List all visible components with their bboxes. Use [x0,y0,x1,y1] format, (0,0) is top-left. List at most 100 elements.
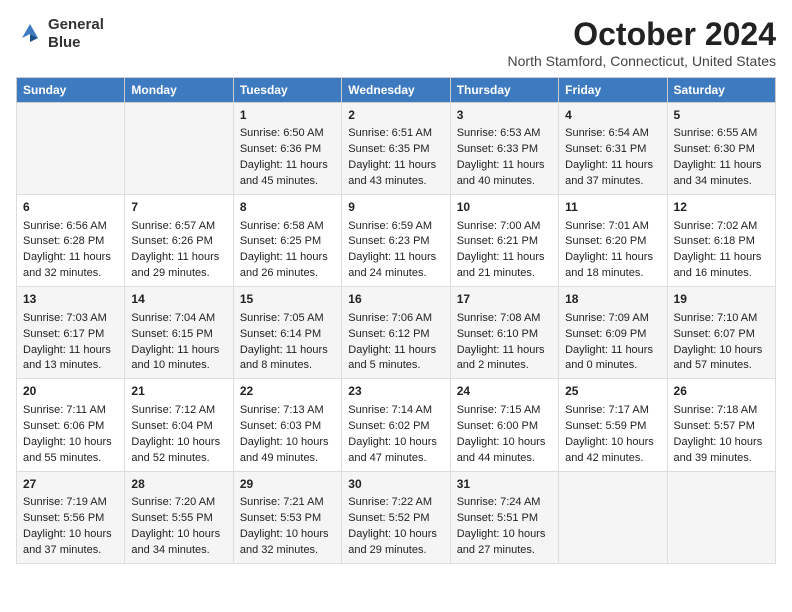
day-number: 20 [23,383,118,400]
day-info: Sunrise: 6:50 AMSunset: 6:36 PMDaylight:… [240,127,328,187]
day-number: 1 [240,107,335,124]
day-info: Sunrise: 7:22 AMSunset: 5:52 PMDaylight:… [348,496,437,556]
day-number: 28 [131,476,226,493]
day-info: Sunrise: 7:15 AMSunset: 6:00 PMDaylight:… [457,404,546,464]
calendar-week-1: 1 Sunrise: 6:50 AMSunset: 6:36 PMDaylight… [17,103,776,195]
calendar-cell: 10Sunrise: 7:00 AMSunset: 6:21 PMDayligh… [450,195,558,287]
day-number: 8 [240,199,335,216]
calendar-cell: 3Sunrise: 6:53 AMSunset: 6:33 PMDaylight… [450,103,558,195]
day-info: Sunrise: 7:04 AMSunset: 6:15 PMDaylight:… [131,312,219,372]
day-number: 29 [240,476,335,493]
day-number: 18 [565,291,660,308]
day-header-saturday: Saturday [667,78,775,103]
day-number: 16 [348,291,443,308]
day-info: Sunrise: 6:57 AMSunset: 6:26 PMDaylight:… [131,220,219,280]
calendar-cell: 14 Sunrise: 7:04 AMSunset: 6:15 PMDayligh… [125,287,233,379]
page-header: General Blue October 2024 North Stamford… [16,16,776,69]
day-number: 13 [23,291,118,308]
calendar-cell: 26 Sunrise: 7:18 AMSunset: 5:57 PMDayligh… [667,379,775,471]
day-info: Sunrise: 6:55 AMSunset: 6:30 PMDaylight:… [674,127,762,187]
day-header-wednesday: Wednesday [342,78,450,103]
day-number: 24 [457,383,552,400]
day-info: Sunrise: 7:03 AMSunset: 6:17 PMDaylight:… [23,312,111,372]
day-number: 22 [240,383,335,400]
day-info: Sunrise: 6:53 AMSunset: 6:33 PMDaylight:… [457,127,545,187]
calendar-cell: 29 Sunrise: 7:21 AMSunset: 5:53 PMDayligh… [233,471,341,563]
day-info: Sunrise: 6:54 AMSunset: 6:31 PMDaylight:… [565,127,653,187]
calendar-cell: 16Sunrise: 7:06 AMSunset: 6:12 PMDayligh… [342,287,450,379]
day-number: 31 [457,476,552,493]
logo: General Blue [16,16,104,52]
calendar-cell: 6 Sunrise: 6:56 AMSunset: 6:28 PMDaylight… [17,195,125,287]
day-number: 15 [240,291,335,308]
calendar-cell: 15 Sunrise: 7:05 AMSunset: 6:14 PMDayligh… [233,287,341,379]
calendar-cell [17,103,125,195]
calendar-cell [125,103,233,195]
day-info: Sunrise: 7:20 AMSunset: 5:55 PMDaylight:… [131,496,220,556]
day-info: Sunrise: 7:24 AMSunset: 5:51 PMDaylight:… [457,496,546,556]
logo-icon [16,20,44,48]
day-header-monday: Monday [125,78,233,103]
day-number: 17 [457,291,552,308]
calendar-cell: 22Sunrise: 7:13 AMSunset: 6:03 PMDayligh… [233,379,341,471]
day-info: Sunrise: 7:08 AMSunset: 6:10 PMDaylight:… [457,312,545,372]
calendar-cell: 19 Sunrise: 7:10 AMSunset: 6:07 PMDayligh… [667,287,775,379]
day-info: Sunrise: 7:10 AMSunset: 6:07 PMDaylight:… [674,312,763,372]
day-number: 5 [674,107,769,124]
calendar-cell: 31 Sunrise: 7:24 AMSunset: 5:51 PMDayligh… [450,471,558,563]
logo-text: General Blue [48,16,104,52]
day-info: Sunrise: 7:17 AMSunset: 5:59 PMDaylight:… [565,404,654,464]
calendar-cell: 25Sunrise: 7:17 AMSunset: 5:59 PMDayligh… [559,379,667,471]
calendar-cell: 1 Sunrise: 6:50 AMSunset: 6:36 PMDaylight… [233,103,341,195]
calendar-cell: 4Sunrise: 6:54 AMSunset: 6:31 PMDaylight… [559,103,667,195]
day-number: 14 [131,291,226,308]
day-number: 10 [457,199,552,216]
day-info: Sunrise: 7:01 AMSunset: 6:20 PMDaylight:… [565,220,653,280]
title-block: October 2024 North Stamford, Connecticut… [508,16,776,69]
calendar-cell [559,471,667,563]
day-info: Sunrise: 7:05 AMSunset: 6:14 PMDaylight:… [240,312,328,372]
day-info: Sunrise: 6:58 AMSunset: 6:25 PMDaylight:… [240,220,328,280]
calendar-cell: 27 Sunrise: 7:19 AMSunset: 5:56 PMDayligh… [17,471,125,563]
day-info: Sunrise: 7:12 AMSunset: 6:04 PMDaylight:… [131,404,220,464]
calendar-week-3: 13 Sunrise: 7:03 AMSunset: 6:17 PMDayligh… [17,287,776,379]
day-info: Sunrise: 7:11 AMSunset: 6:06 PMDaylight:… [23,404,112,464]
day-number: 6 [23,199,118,216]
day-number: 9 [348,199,443,216]
calendar-cell: 24 Sunrise: 7:15 AMSunset: 6:00 PMDayligh… [450,379,558,471]
calendar-cell: 20 Sunrise: 7:11 AMSunset: 6:06 PMDayligh… [17,379,125,471]
calendar-cell: 23 Sunrise: 7:14 AMSunset: 6:02 PMDayligh… [342,379,450,471]
day-info: Sunrise: 7:21 AMSunset: 5:53 PMDaylight:… [240,496,329,556]
day-info: Sunrise: 6:51 AMSunset: 6:35 PMDaylight:… [348,127,436,187]
day-info: Sunrise: 7:14 AMSunset: 6:02 PMDaylight:… [348,404,437,464]
calendar-week-2: 6 Sunrise: 6:56 AMSunset: 6:28 PMDaylight… [17,195,776,287]
calendar-cell: 30 Sunrise: 7:22 AMSunset: 5:52 PMDayligh… [342,471,450,563]
day-info: Sunrise: 6:56 AMSunset: 6:28 PMDaylight:… [23,220,111,280]
calendar-cell: 17 Sunrise: 7:08 AMSunset: 6:10 PMDayligh… [450,287,558,379]
day-header-tuesday: Tuesday [233,78,341,103]
calendar-week-4: 20 Sunrise: 7:11 AMSunset: 6:06 PMDayligh… [17,379,776,471]
day-number: 23 [348,383,443,400]
day-header-friday: Friday [559,78,667,103]
day-number: 27 [23,476,118,493]
calendar-cell: 11Sunrise: 7:01 AMSunset: 6:20 PMDayligh… [559,195,667,287]
day-number: 26 [674,383,769,400]
calendar-cell: 2 Sunrise: 6:51 AMSunset: 6:35 PMDaylight… [342,103,450,195]
calendar-cell: 13 Sunrise: 7:03 AMSunset: 6:17 PMDayligh… [17,287,125,379]
day-number: 21 [131,383,226,400]
day-number: 30 [348,476,443,493]
month-title: October 2024 [508,16,776,53]
day-info: Sunrise: 7:02 AMSunset: 6:18 PMDaylight:… [674,220,762,280]
day-info: Sunrise: 7:18 AMSunset: 5:57 PMDaylight:… [674,404,763,464]
day-number: 2 [348,107,443,124]
day-header-thursday: Thursday [450,78,558,103]
calendar-cell: 28 Sunrise: 7:20 AMSunset: 5:55 PMDayligh… [125,471,233,563]
day-info: Sunrise: 7:19 AMSunset: 5:56 PMDaylight:… [23,496,112,556]
calendar-cell: 21 Sunrise: 7:12 AMSunset: 6:04 PMDayligh… [125,379,233,471]
day-info: Sunrise: 7:09 AMSunset: 6:09 PMDaylight:… [565,312,653,372]
calendar-cell: 7Sunrise: 6:57 AMSunset: 6:26 PMDaylight… [125,195,233,287]
day-number: 19 [674,291,769,308]
location-text: North Stamford, Connecticut, United Stat… [508,53,776,69]
day-info: Sunrise: 6:59 AMSunset: 6:23 PMDaylight:… [348,220,436,280]
day-header-sunday: Sunday [17,78,125,103]
